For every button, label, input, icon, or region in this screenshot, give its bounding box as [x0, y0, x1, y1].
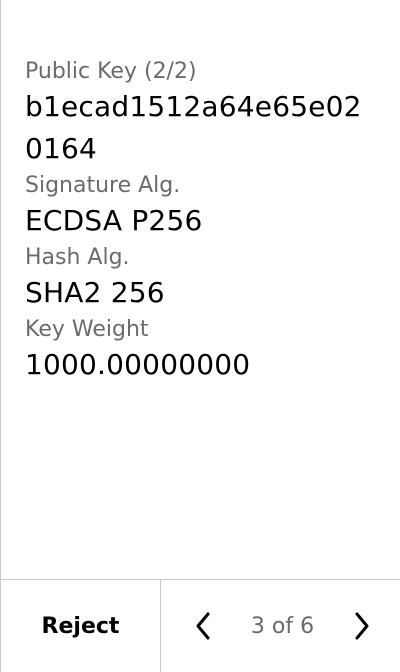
- page-indicator: 3 of 6: [250, 613, 315, 639]
- review-screen: Public Key (2/2) b1ecad1512a64e65e020164…: [0, 0, 400, 672]
- chevron-left-icon: [196, 612, 210, 640]
- public-key-value: b1ecad1512a64e65e020164: [25, 90, 362, 165]
- key-weight-label: Key Weight: [25, 317, 149, 342]
- pagination: 3 of 6: [161, 580, 400, 672]
- hash-alg-value: SHA2 256: [25, 276, 165, 309]
- key-weight-value: 1000.00000000: [25, 348, 251, 381]
- previous-page-button[interactable]: [191, 608, 215, 644]
- public-key-label: Public Key (2/2): [25, 59, 197, 84]
- footer-bar: Reject 3 of 6: [1, 579, 400, 672]
- hash-alg-label: Hash Alg.: [25, 245, 130, 270]
- reject-button[interactable]: Reject: [1, 580, 161, 672]
- chevron-right-icon: [355, 612, 369, 640]
- signature-alg-value: ECDSA P256: [25, 204, 203, 237]
- signature-alg-label: Signature Alg.: [25, 173, 181, 198]
- detail-list: Public Key (2/2) b1ecad1512a64e65e020164…: [25, 58, 376, 388]
- next-page-button[interactable]: [350, 608, 374, 644]
